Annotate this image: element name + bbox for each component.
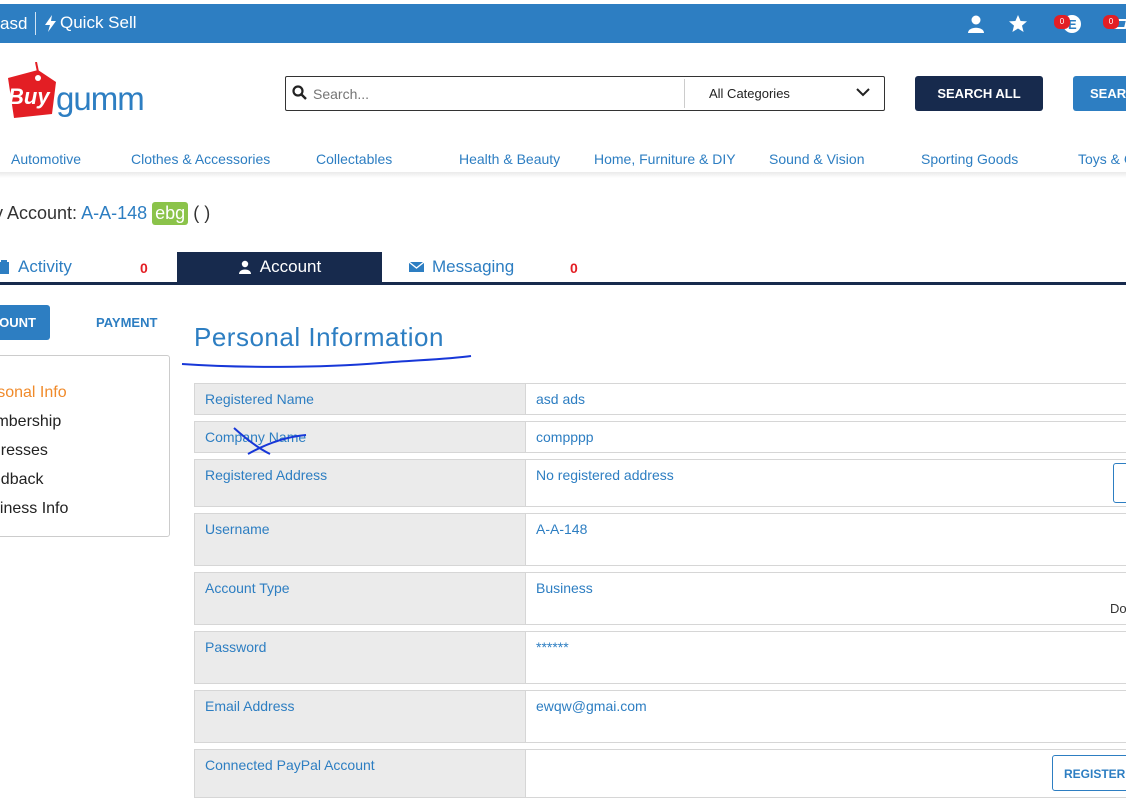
row-value: Business xyxy=(536,580,593,596)
logo-gumm-text[interactable]: gumm xyxy=(56,80,145,118)
info-row-username: Username A-A-148 xyxy=(194,513,1126,566)
row-label: Registered Address xyxy=(205,467,328,483)
tab-messaging[interactable]: Messaging xyxy=(409,252,514,282)
pen-underline-annotation xyxy=(181,355,472,368)
side-item-addresses[interactable]: ddresses xyxy=(0,442,48,460)
row-label: Email Address xyxy=(205,698,295,714)
row-value: A-A-148 xyxy=(536,521,588,537)
row-value: ****** xyxy=(536,639,569,655)
row-label: Password xyxy=(205,639,267,655)
category-sporting-goods[interactable]: Sporting Goods xyxy=(921,151,1018,167)
row-value: No registered address xyxy=(536,467,674,483)
register-paypal-button[interactable]: REGISTER P xyxy=(1052,755,1126,791)
info-row-registered-address: Registered Address No registered address xyxy=(194,459,1126,507)
tab-underline xyxy=(0,282,1126,285)
notification-badge: 0 xyxy=(1054,15,1070,29)
category-automotive[interactable]: Automotive xyxy=(11,151,81,167)
user-icon[interactable] xyxy=(966,14,986,34)
tab-account-label: Account xyxy=(259,257,322,276)
quick-sell-label: Quick Sell xyxy=(60,13,137,32)
lightning-icon xyxy=(45,14,56,32)
info-row-registered-name: Registered Name asd ads xyxy=(194,383,1126,415)
search-all-button[interactable]: SEARCH ALL xyxy=(915,76,1043,111)
side-menu: ersonal Info lembership ddresses eedback… xyxy=(0,355,170,537)
row-value: compppp xyxy=(536,429,594,445)
divider xyxy=(35,12,36,35)
row-label: Registered Name xyxy=(205,391,314,407)
side-item-business-info[interactable]: usiness Info xyxy=(0,500,68,518)
chevron-down-icon[interactable] xyxy=(856,87,870,97)
info-row-account-type: Account Type Business xyxy=(194,572,1126,625)
tab-account[interactable]: Account xyxy=(177,252,382,282)
category-clothes[interactable]: Clothes & Accessories xyxy=(131,151,270,167)
account-type-link[interactable]: Do xyxy=(1110,601,1126,616)
logo-buy-text: Buy xyxy=(8,84,51,109)
section-title: Personal Information xyxy=(194,322,444,352)
cart-badge: 0 xyxy=(1103,15,1119,29)
side-item-feedback[interactable]: eedback xyxy=(0,471,44,489)
row-label: Username xyxy=(205,521,270,537)
search-input[interactable] xyxy=(311,77,685,110)
search-bar: All Categories xyxy=(285,76,885,111)
row-label: Connected PayPal Account xyxy=(205,757,375,773)
top-bar: asd Quick Sell E 0 0 xyxy=(0,4,1126,43)
search-divider xyxy=(684,79,685,108)
info-row-email: Email Address ewqw@gmai.com xyxy=(194,690,1126,743)
info-row-company-name: Company Name compppp xyxy=(194,421,1126,453)
clipboard-icon xyxy=(0,260,9,274)
account-prefix: y Account: xyxy=(0,203,78,223)
buygumm-logo-icon[interactable]: Buy xyxy=(0,62,58,118)
username-link[interactable]: asd xyxy=(0,14,27,34)
quick-sell-link[interactable]: Quick Sell xyxy=(45,13,137,33)
search-button[interactable]: SEARC xyxy=(1073,76,1126,111)
info-row-password: Password ****** xyxy=(194,631,1126,684)
side-item-personal-info[interactable]: ersonal Info xyxy=(0,384,67,402)
star-icon[interactable] xyxy=(1008,14,1028,34)
account-title: y Account: A-A-148 ebg ( ) xyxy=(0,202,210,225)
category-toys[interactable]: Toys & G xyxy=(1078,151,1126,167)
category-select[interactable]: All Categories xyxy=(709,86,790,101)
row-value: asd ads xyxy=(536,391,586,407)
payment-subtab-button[interactable]: PAYMENT xyxy=(96,315,157,330)
category-collectables[interactable]: Collectables xyxy=(316,151,392,167)
address-edit-button[interactable] xyxy=(1113,463,1126,503)
tab-messaging-label: Messaging xyxy=(432,257,515,276)
ebg-badge: ebg xyxy=(152,202,189,225)
envelope-icon xyxy=(409,261,424,272)
nav-shadow xyxy=(0,172,1126,178)
activity-count: 0 xyxy=(140,260,148,276)
row-label: Account Type xyxy=(205,580,290,596)
account-id: A-A-148 xyxy=(81,203,148,223)
messaging-count: 0 xyxy=(570,260,578,276)
search-icon xyxy=(292,85,307,100)
tab-activity[interactable]: Activity xyxy=(0,252,72,282)
account-subtab-button[interactable]: OUNT xyxy=(0,305,50,340)
category-home-furniture[interactable]: Home, Furniture & DIY xyxy=(594,151,736,167)
info-row-paypal: Connected PayPal Account xyxy=(194,749,1126,798)
row-value: ewqw@gmai.com xyxy=(536,698,647,714)
side-item-membership[interactable]: lembership xyxy=(0,413,61,431)
category-health-beauty[interactable]: Health & Beauty xyxy=(459,151,560,167)
tab-activity-label: Activity xyxy=(18,257,72,276)
pen-cross-annotation xyxy=(233,427,307,455)
category-sound-vision[interactable]: Sound & Vision xyxy=(769,151,864,167)
user-icon xyxy=(238,260,251,274)
account-suffix: ( ) xyxy=(193,203,211,223)
